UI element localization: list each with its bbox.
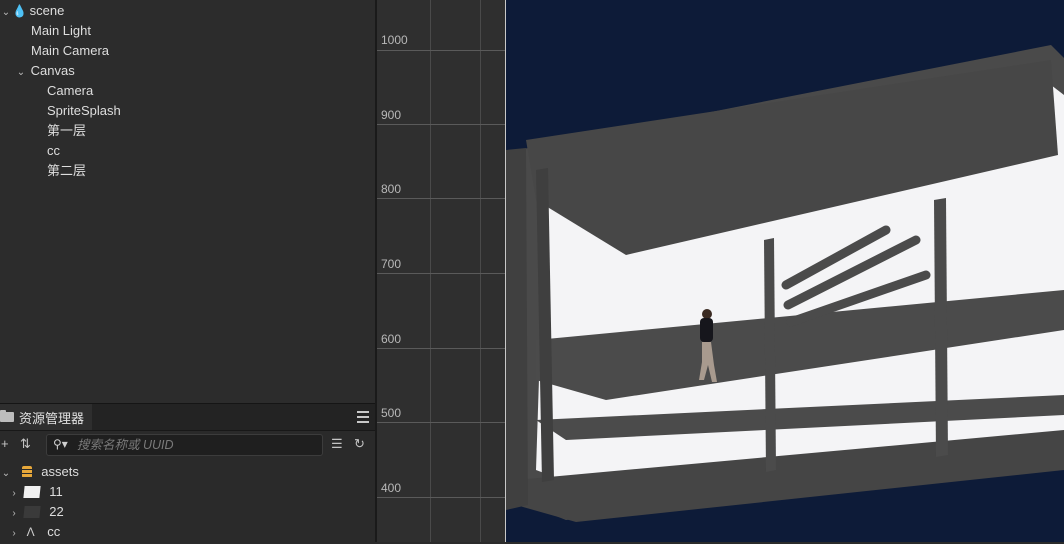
tree-node-label: Canvas (30, 63, 75, 78)
asset-label: assets (41, 464, 79, 479)
tree-node-label: 第二层 (47, 163, 87, 178)
ruler-label: 500 (381, 406, 402, 420)
tree-node-spritesplash[interactable]: SpriteSplash (47, 101, 121, 121)
tree-node-camera[interactable]: Camera (47, 81, 93, 101)
asset-root[interactable]: ⌄ assets (0, 462, 79, 482)
grid-line (377, 198, 505, 199)
tree-node-layer-1[interactable]: 第一层 (47, 121, 86, 141)
window-mullion (764, 238, 776, 472)
tree-node-scene[interactable]: ⌄ 💧 scene (0, 1, 65, 23)
grid-line (377, 422, 505, 423)
assets-panel: 资源管理器 + ⇅ ⚲▾ ☰ ↻ ⌄ assets › 11 › (0, 403, 375, 543)
left-panel: ⌄ 💧 scene Main Light Main Camera ⌄ Canvas… (0, 0, 375, 543)
sort-icon[interactable]: ⇅ (20, 436, 31, 452)
grid-line (430, 0, 431, 542)
tab-label: 资源管理器 (19, 410, 85, 426)
asset-label: cc (47, 524, 61, 539)
window-mullion (934, 198, 948, 457)
skeleton-icon: Λ (26, 525, 35, 539)
ruler-label: 1000 (381, 33, 408, 47)
building-pillar (506, 148, 528, 510)
search-box[interactable]: ⚲▾ (46, 434, 323, 456)
assets-toolbar: + ⇅ ⚲▾ ☰ ↻ (0, 431, 375, 457)
grid-line (377, 273, 505, 274)
grid-line (480, 0, 481, 542)
grid-line (377, 348, 505, 349)
image-icon (22, 506, 41, 518)
asset-item-cc[interactable]: › Λ cc (8, 522, 60, 542)
grid-line (377, 50, 505, 51)
tree-node-label: Camera (47, 83, 94, 98)
folder-icon (0, 410, 14, 422)
ruler-label: 700 (381, 257, 402, 271)
chevron-down-icon[interactable]: ⌄ (0, 3, 12, 23)
search-input[interactable] (77, 436, 317, 454)
database-icon (21, 466, 32, 478)
refresh-icon[interactable]: ↻ (354, 436, 365, 452)
tree-node-label: Main Camera (31, 43, 110, 58)
tree-node-label: scene (29, 3, 65, 18)
tree-node-label: 第一层 (47, 123, 87, 138)
tree-node-layer-2[interactable]: 第二层 (47, 161, 86, 181)
chevron-right-icon[interactable]: › (8, 504, 20, 524)
asset-item-11[interactable]: › 11 (8, 482, 63, 504)
tree-node-label: SpriteSplash (47, 103, 121, 118)
chevron-right-icon[interactable]: › (8, 484, 20, 504)
add-icon[interactable]: + (1, 436, 9, 452)
assets-tabbar: 资源管理器 (0, 404, 375, 431)
tree-node-main-camera[interactable]: Main Camera (31, 41, 109, 61)
chevron-down-icon[interactable]: ⌄ (0, 464, 12, 484)
chevron-right-icon[interactable]: › (8, 524, 20, 544)
ruler-label: 800 (381, 182, 402, 196)
ruler-label: 900 (381, 108, 402, 122)
grid-line (377, 124, 505, 125)
chevron-down-icon[interactable]: ⌄ (15, 63, 27, 83)
scene-canvas[interactable] (506, 0, 1064, 542)
scene-artwork (506, 45, 1064, 522)
scene-view[interactable]: 1000 900 800 700 600 500 400 (377, 0, 1064, 542)
tab-assets[interactable]: 资源管理器 (0, 404, 93, 430)
ruler-label: 400 (381, 481, 402, 495)
tree-node-main-light[interactable]: Main Light (31, 21, 91, 41)
tree-node-canvas[interactable]: ⌄ Canvas (15, 61, 75, 81)
scene-grid: 1000 900 800 700 600 500 400 (377, 0, 505, 542)
ruler-label: 600 (381, 332, 402, 346)
asset-label: 22 (49, 504, 64, 519)
grid-line (377, 497, 505, 498)
search-icon: ⚲▾ (53, 437, 68, 451)
asset-label: 11 (49, 484, 63, 499)
image-icon (22, 486, 41, 498)
list-view-icon[interactable]: ☰ (331, 436, 343, 452)
tree-node-cc[interactable]: cc (47, 141, 60, 161)
tree-node-label: Main Light (31, 23, 91, 38)
asset-item-22[interactable]: › 22 (8, 502, 64, 524)
scene-icon: 💧 (12, 4, 27, 18)
menu-icon[interactable] (357, 411, 369, 423)
tree-node-label: cc (47, 143, 60, 158)
hierarchy-panel: ⌄ 💧 scene Main Light Main Camera ⌄ Canvas… (0, 0, 375, 402)
